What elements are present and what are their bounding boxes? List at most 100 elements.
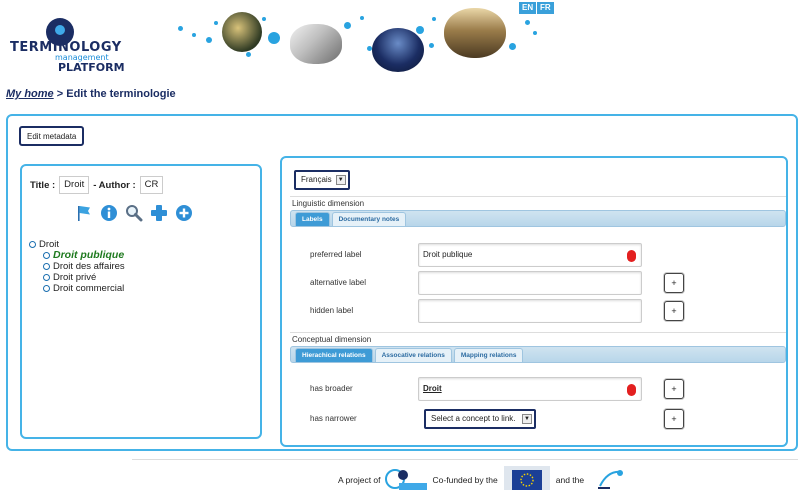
tree-node-label: Droit commercial (53, 283, 125, 294)
add-circle-icon[interactable] (175, 204, 193, 222)
decor-photo-image (372, 28, 424, 72)
decor-dot (509, 43, 516, 50)
preferred-label-field[interactable]: Droit publique (418, 243, 642, 267)
decor-photo-image (222, 12, 262, 52)
terminology-title-row: Title : Droit - Author : CR (30, 176, 167, 194)
title-label: Title : (30, 179, 56, 191)
hidden-label-field[interactable] (418, 299, 642, 323)
linked-heritage-logo-icon[interactable] (384, 467, 429, 490)
site-logo[interactable]: TERMINOLOGY management PLATFORM (10, 18, 130, 74)
narrower-concept-select-value: Select a concept to link. (431, 414, 516, 423)
terminology-tree-panel: Title : Droit - Author : CR Droit Droit … (20, 164, 262, 439)
conceptual-section-title: Conceptual dimension (292, 335, 372, 344)
linguistic-section-title: Linguistic dimension (292, 199, 365, 208)
add-hidden-label-button[interactable]: + (664, 301, 684, 321)
decor-photo-image (444, 8, 506, 58)
delete-icon[interactable] (627, 250, 636, 262)
footer-and-text: and the (555, 475, 585, 485)
decor-dot (246, 52, 251, 57)
tree-node-icon (43, 274, 50, 281)
tree-node-icon (43, 263, 50, 270)
tree-node-label: Droit des affaires (53, 261, 125, 272)
decor-dot (416, 26, 424, 34)
has-broader-value[interactable]: Droit (423, 384, 442, 393)
edit-metadata-button[interactable]: Edit metadata (19, 126, 85, 146)
alternative-label-label: alternative label (310, 278, 367, 287)
has-broader-row: has broader Droit + (290, 375, 786, 403)
decor-dot (432, 17, 436, 21)
logo-text-3: PLATFORM (58, 61, 125, 74)
decor-dot (206, 37, 212, 43)
footer-project-text: A project of (338, 475, 381, 485)
tree-node[interactable]: Droit des affaires (29, 261, 125, 272)
decor-dot (533, 31, 537, 35)
author-field[interactable]: CR (139, 176, 164, 194)
decor-dot (214, 21, 218, 25)
add-alternative-label-button[interactable]: + (664, 273, 684, 293)
cip-logo-icon (598, 470, 624, 489)
chevron-down-icon: ▼ (522, 414, 532, 424)
add-broader-button[interactable]: + (664, 379, 684, 399)
tree-node-icon (43, 285, 50, 292)
decor-dot (262, 17, 266, 21)
footer: A project of Co-funded by the and the (338, 466, 630, 490)
linguistic-section: Linguistic dimension Labels Documentary … (290, 196, 786, 323)
title-field[interactable]: Droit (59, 176, 90, 194)
tab-mapping-relations[interactable]: Mapping relations (453, 348, 524, 362)
author-label: - Author : (93, 179, 136, 191)
tab-labels[interactable]: Labels (295, 212, 330, 226)
lang-fr-button[interactable]: FR (537, 2, 554, 14)
site-header: TERMINOLOGY management PLATFORM EN FR (0, 0, 798, 80)
search-icon[interactable] (125, 204, 143, 222)
tree-toolbar (75, 204, 193, 222)
concept-tree: Droit Droit publique Droit des affaires … (29, 239, 125, 294)
breadcrumb-separator: > (53, 88, 67, 100)
main-frame: Edit metadata Title : Droit - Author : C… (6, 114, 798, 451)
decor-dot (360, 16, 364, 20)
preferred-label-row: preferred label Droit publique (290, 241, 786, 269)
language-select[interactable]: Français ▼ (294, 170, 350, 190)
flag-icon[interactable] (75, 204, 93, 222)
language-select-value: Français (301, 175, 332, 184)
breadcrumb-current: Edit the terminologie (66, 88, 176, 100)
has-broader-label: has broader (310, 384, 353, 393)
decor-dot (268, 32, 280, 44)
tree-node-icon (43, 252, 50, 259)
eu-flag-icon (503, 466, 550, 490)
alternative-label-field[interactable] (418, 271, 642, 295)
footer-divider (132, 459, 798, 460)
narrower-concept-select[interactable]: Select a concept to link. ▼ (424, 409, 536, 429)
breadcrumb-home-link[interactable]: My home (6, 88, 54, 100)
footer-cofunded-text: Co-funded by the (432, 475, 498, 485)
tab-associative-relations[interactable]: Assocative relations (374, 348, 452, 362)
chevron-down-icon: ▼ (335, 175, 346, 185)
decor-dot (429, 43, 434, 48)
decor-dot (178, 26, 183, 31)
tree-node[interactable]: Droit privé (29, 272, 125, 283)
has-broader-field[interactable]: Droit (418, 377, 642, 401)
tab-hierarchical-relations[interactable]: Hierachical relations (295, 348, 373, 362)
add-cross-icon[interactable] (150, 204, 168, 222)
lang-en-button[interactable]: EN (519, 2, 537, 14)
has-narrower-row: has narrower Select a concept to link. ▼… (290, 405, 786, 433)
alternative-label-row: alternative label + (290, 269, 786, 297)
tree-node[interactable]: Droit commercial (29, 283, 125, 294)
decor-dot (192, 33, 196, 37)
preferred-label-value: Droit publique (423, 250, 473, 259)
decor-dot (525, 20, 530, 25)
decor-dot (344, 22, 351, 29)
preferred-label-label: preferred label (310, 250, 362, 259)
concept-editor-panel: Français ▼ Linguistic dimension Labels D… (280, 156, 788, 447)
hidden-label-label: hidden label (310, 306, 354, 315)
add-narrower-button[interactable]: + (664, 409, 684, 429)
breadcrumb: My home > Edit the terminologie (6, 88, 176, 100)
has-narrower-label: has narrower (310, 414, 357, 423)
tab-documentary-notes[interactable]: Documentary notes (331, 212, 407, 226)
tree-node-label: Droit privé (53, 272, 97, 283)
delete-icon[interactable] (627, 384, 636, 396)
tree-node[interactable]: Droit publique (29, 250, 125, 261)
tree-node-icon (29, 241, 36, 248)
decor-photo-image (290, 24, 342, 64)
info-icon[interactable] (100, 204, 118, 222)
conceptual-section: Conceptual dimension Hierachical relatio… (290, 332, 786, 442)
